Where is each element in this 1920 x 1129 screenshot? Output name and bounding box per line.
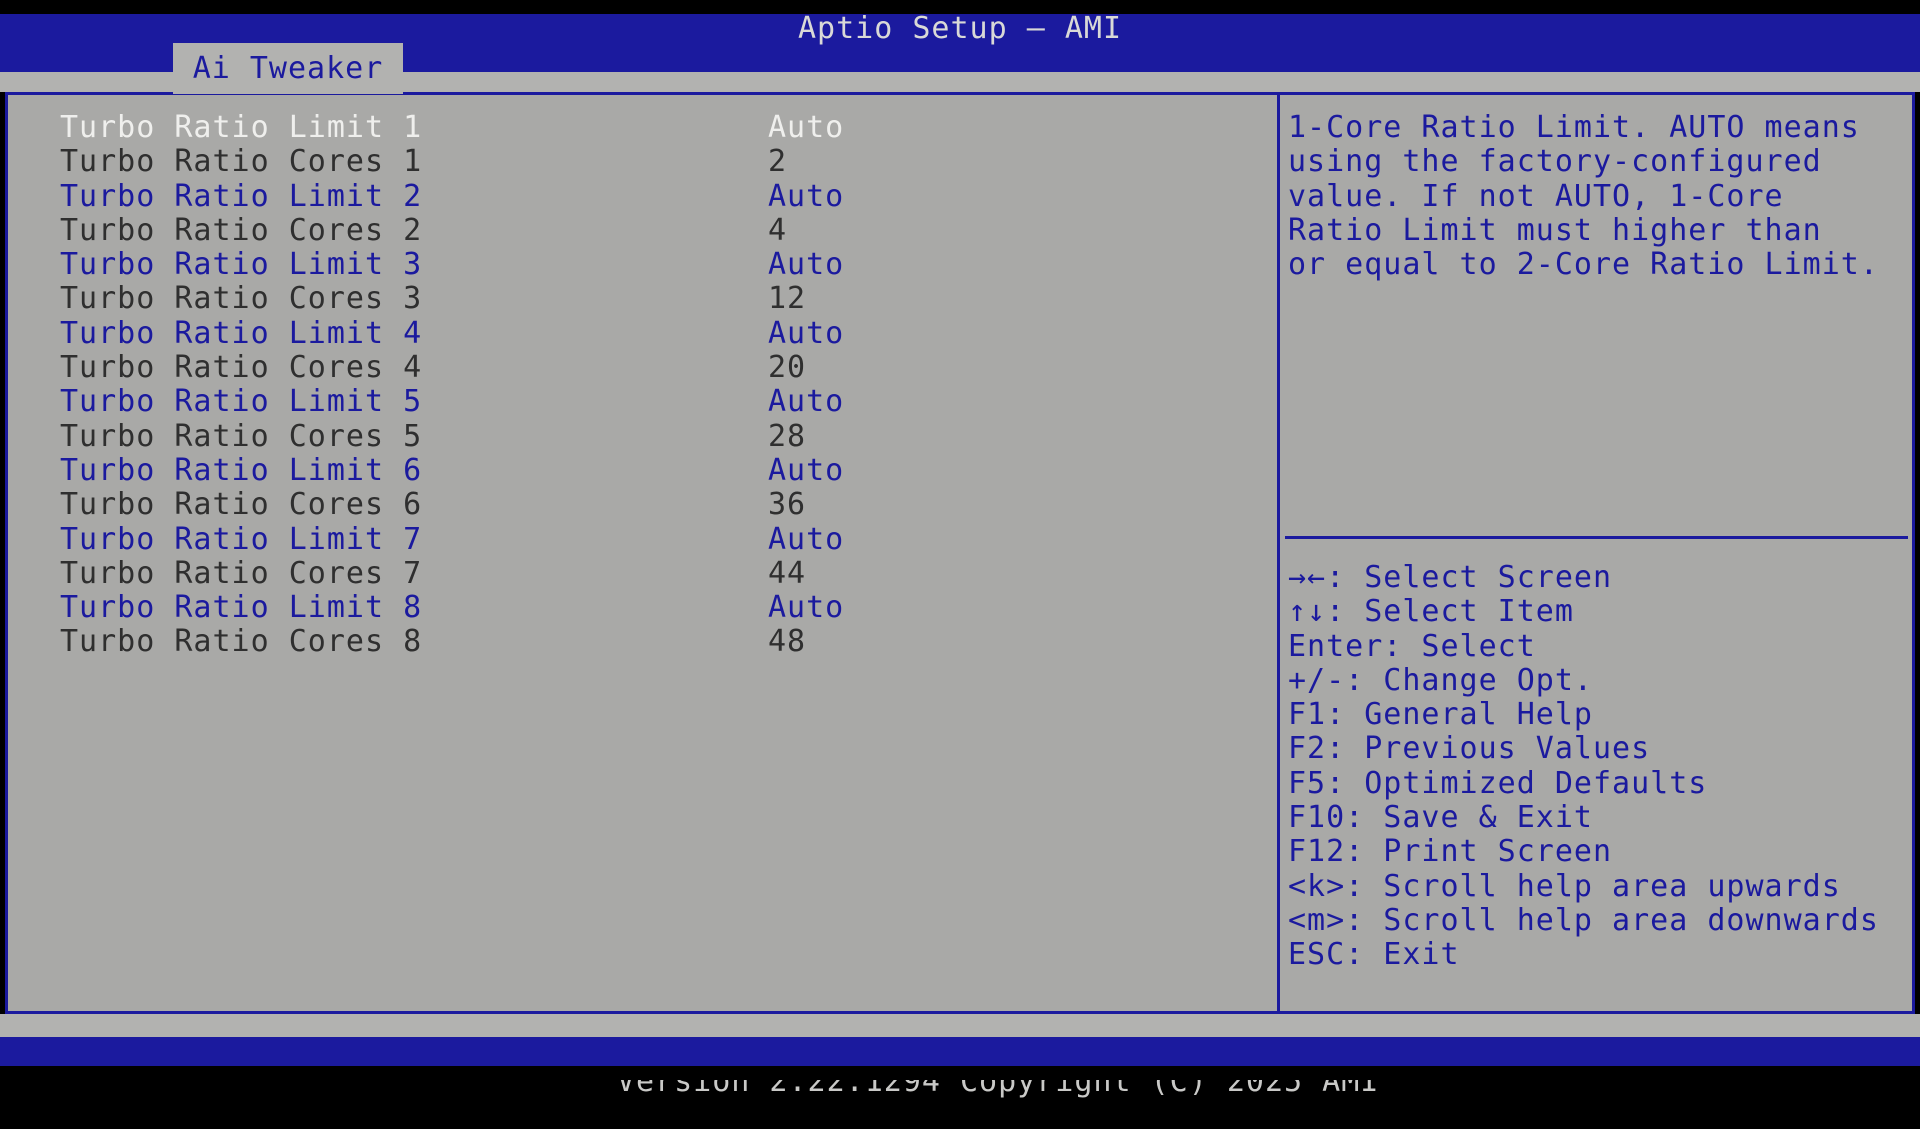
list-item[interactable]: Turbo Ratio Cores 3 12 (8, 282, 1277, 316)
footer-strip (0, 1014, 1920, 1037)
item-value: Auto (768, 180, 1277, 214)
list-item[interactable]: Turbo Ratio Limit 6 Auto (8, 454, 1277, 488)
list-item[interactable]: Turbo Ratio Cores 1 2 (8, 145, 1277, 179)
help-text: 1-Core Ratio Limit. AUTO means using the… (1280, 95, 1912, 282)
item-value: Auto (768, 454, 1277, 488)
item-label: Turbo Ratio Limit 3 (60, 248, 768, 282)
legend-line: <m>: Scroll help area downwards (1288, 904, 1879, 938)
item-value: 28 (768, 420, 1277, 454)
item-value: Auto (768, 248, 1277, 282)
list-item[interactable]: Turbo Ratio Cores 2 4 (8, 214, 1277, 248)
help-line: Ratio Limit must higher than (1288, 214, 1908, 248)
item-label: Turbo Ratio Limit 8 (60, 591, 768, 625)
item-value: 48 (768, 625, 1277, 659)
list-item[interactable]: Turbo Ratio Limit 7 Auto (8, 523, 1277, 557)
item-value: Auto (768, 111, 1277, 145)
help-line: using the factory-configured (1288, 145, 1908, 179)
item-label: Turbo Ratio Cores 3 (60, 282, 768, 316)
tab-label: Ai Tweaker (193, 51, 384, 86)
list-item[interactable]: Turbo Ratio Limit 1 Auto (8, 111, 1277, 145)
item-label: Turbo Ratio Cores 4 (60, 351, 768, 385)
settings-list: Turbo Ratio Limit 1 Auto Turbo Ratio Cor… (8, 111, 1277, 660)
footer-bar: Version 2.22.1294 Copyright (C) 2025 AMI (0, 1037, 1920, 1066)
list-item[interactable]: Turbo Ratio Cores 7 44 (8, 557, 1277, 591)
list-item[interactable]: Turbo Ratio Limit 5 Auto (8, 385, 1277, 419)
list-item[interactable]: Turbo Ratio Limit 8 Auto (8, 591, 1277, 625)
page-title: Aptio Setup – AMI (0, 14, 1920, 44)
item-value: 2 (768, 145, 1277, 179)
legend-line: Enter: Select (1288, 630, 1879, 664)
item-value: 4 (768, 214, 1277, 248)
list-item[interactable]: Turbo Ratio Cores 4 20 (8, 351, 1277, 385)
item-label: Turbo Ratio Limit 4 (60, 317, 768, 351)
item-label: Turbo Ratio Cores 8 (60, 625, 768, 659)
item-value: Auto (768, 523, 1277, 557)
help-line: or equal to 2-Core Ratio Limit. (1288, 248, 1908, 282)
item-label: Turbo Ratio Limit 6 (60, 454, 768, 488)
item-value: 12 (768, 282, 1277, 316)
help-line: value. If not AUTO, 1-Core (1288, 180, 1908, 214)
legend-line: F12: Print Screen (1288, 835, 1879, 869)
item-label: Turbo Ratio Cores 7 (60, 557, 768, 591)
list-item[interactable]: Turbo Ratio Limit 4 Auto (8, 317, 1277, 351)
help-line: 1-Core Ratio Limit. AUTO means (1288, 111, 1908, 145)
list-item[interactable]: Turbo Ratio Limit 2 Auto (8, 180, 1277, 214)
legend-line: F2: Previous Values (1288, 732, 1879, 766)
legend-line: ↑↓: Select Item (1288, 595, 1879, 629)
legend-line: F5: Optimized Defaults (1288, 767, 1879, 801)
help-divider (1285, 536, 1908, 539)
legend-line: +/-: Change Opt. (1288, 664, 1879, 698)
header-bar: Aptio Setup – AMI Ai Tweaker (0, 14, 1920, 72)
legend-line: F10: Save & Exit (1288, 801, 1879, 835)
key-legend: →←: Select Screen ↑↓: Select Item Enter:… (1288, 561, 1879, 973)
item-label: Turbo Ratio Cores 2 (60, 214, 768, 248)
help-panel: 1-Core Ratio Limit. AUTO means using the… (1280, 95, 1912, 1011)
item-label: Turbo Ratio Cores 5 (60, 420, 768, 454)
list-item[interactable]: Turbo Ratio Cores 5 28 (8, 420, 1277, 454)
list-item[interactable]: Turbo Ratio Cores 6 36 (8, 488, 1277, 522)
bios-screen: Aptio Setup – AMI Ai Tweaker Turbo Ratio… (0, 0, 1920, 1080)
item-label: Turbo Ratio Limit 5 (60, 385, 768, 419)
item-value: Auto (768, 317, 1277, 351)
item-label: Turbo Ratio Limit 1 (60, 111, 768, 145)
tab-ai-tweaker[interactable]: Ai Tweaker (173, 43, 403, 94)
item-value: Auto (768, 385, 1277, 419)
item-value: 44 (768, 557, 1277, 591)
legend-line: <k>: Scroll help area upwards (1288, 870, 1879, 904)
legend-line: F1: General Help (1288, 698, 1879, 732)
main-panel: Turbo Ratio Limit 1 Auto Turbo Ratio Cor… (5, 92, 1915, 1014)
item-value: 36 (768, 488, 1277, 522)
item-label: Turbo Ratio Limit 2 (60, 180, 768, 214)
item-value: 20 (768, 351, 1277, 385)
list-item[interactable]: Turbo Ratio Limit 3 Auto (8, 248, 1277, 282)
bottom-edge (0, 1066, 1920, 1080)
list-item[interactable]: Turbo Ratio Cores 8 48 (8, 625, 1277, 659)
item-label: Turbo Ratio Cores 6 (60, 488, 768, 522)
item-label: Turbo Ratio Cores 1 (60, 145, 768, 179)
legend-line: ESC: Exit (1288, 938, 1879, 972)
legend-line: →←: Select Screen (1288, 561, 1879, 595)
item-label: Turbo Ratio Limit 7 (60, 523, 768, 557)
item-value: Auto (768, 591, 1277, 625)
